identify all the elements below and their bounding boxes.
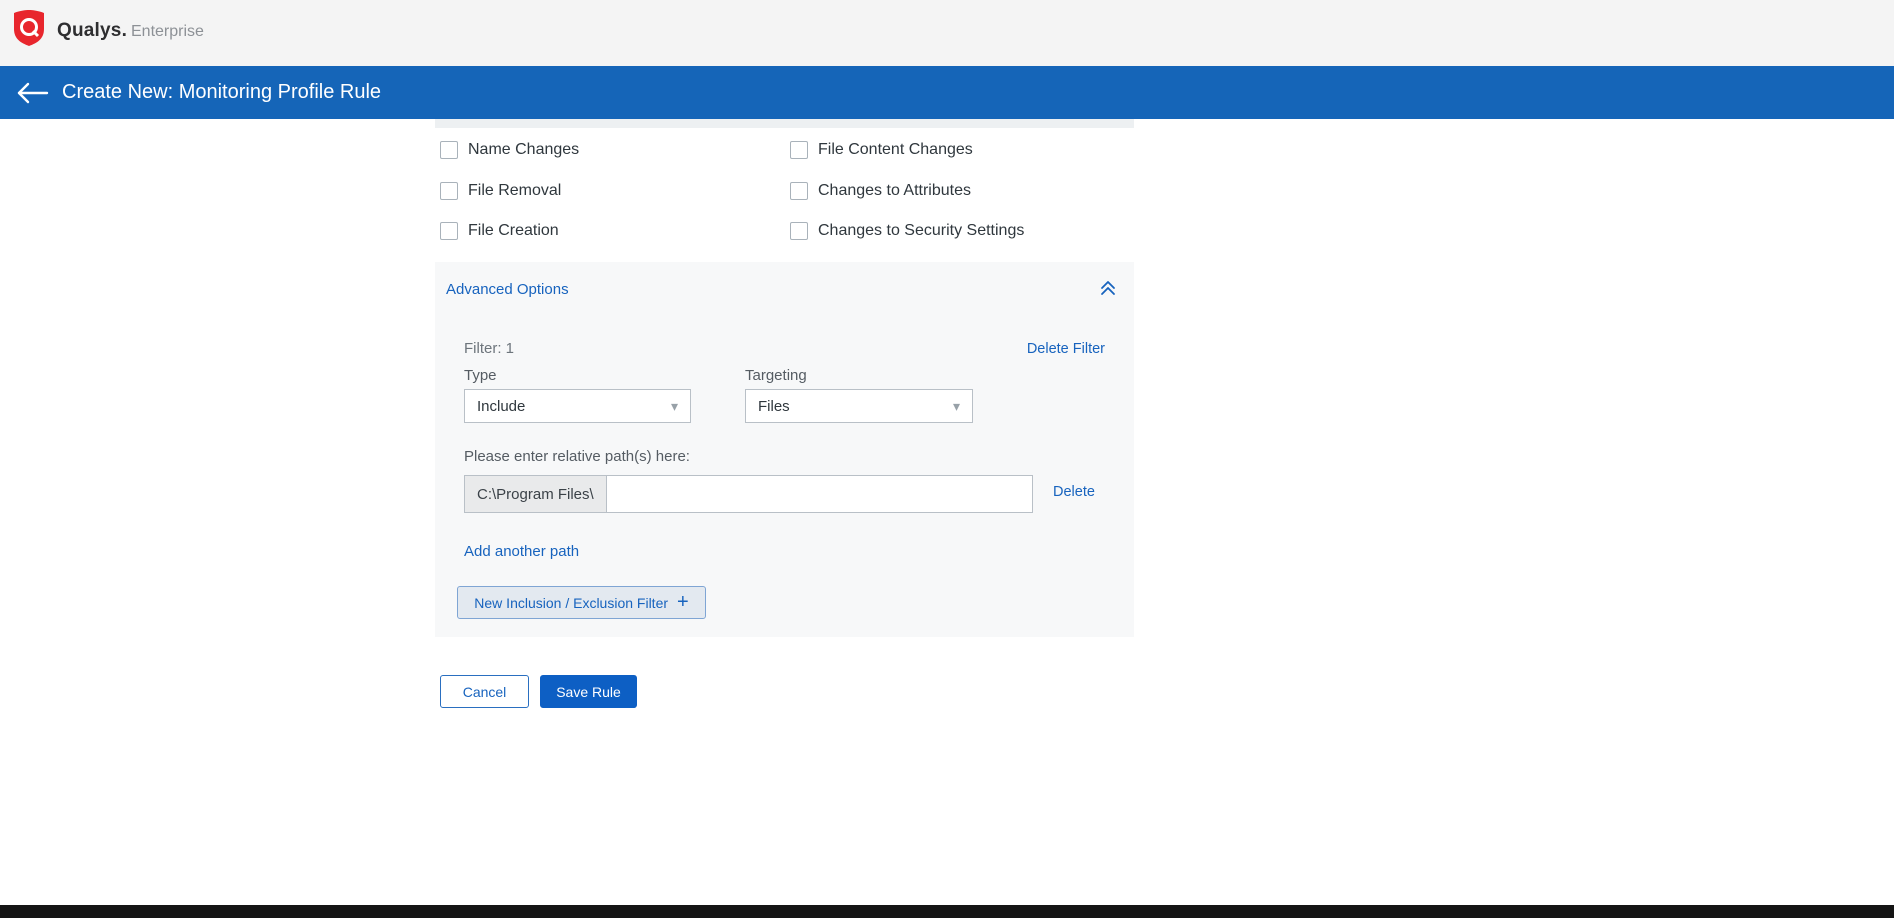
checkbox-row: File Removal — [440, 181, 561, 201]
add-another-path-link[interactable]: Add another path — [464, 543, 579, 560]
save-rule-button[interactable]: Save Rule — [540, 675, 637, 708]
collapse-double-chevron-up-icon[interactable] — [1098, 278, 1118, 298]
checkbox-file-removal[interactable] — [440, 182, 458, 200]
checkbox-label: File Creation — [468, 222, 559, 240]
checkbox-label: Name Changes — [468, 141, 579, 159]
checkbox-changes-to-security-settings[interactable] — [790, 222, 808, 240]
type-field-label: Type — [464, 367, 497, 384]
filter-number-label: Filter: 1 — [464, 340, 514, 357]
back-arrow-icon[interactable] — [14, 81, 50, 105]
checkbox-name-changes[interactable] — [440, 141, 458, 159]
delete-path-link[interactable]: Delete — [1053, 484, 1095, 500]
caret-down-icon: ▾ — [953, 398, 960, 415]
checkbox-label: Changes to Attributes — [818, 182, 971, 200]
checkbox-label: File Content Changes — [818, 141, 973, 159]
path-prompt-label: Please enter relative path(s) here: — [464, 448, 690, 465]
relative-path-input[interactable] — [606, 475, 1033, 513]
clipped-section-header — [435, 119, 1134, 128]
checkbox-row: File Creation — [440, 221, 559, 241]
checkbox-row: Changes to Security Settings — [790, 221, 1024, 241]
new-inclusion-exclusion-filter-button[interactable]: New Inclusion / Exclusion Filter + — [457, 586, 706, 619]
delete-filter-link[interactable]: Delete Filter — [1027, 341, 1105, 357]
page-header: Create New: Monitoring Profile Rule — [0, 66, 1894, 119]
type-dropdown[interactable]: Include ▾ — [464, 389, 691, 423]
advanced-options-panel: Advanced Options Filter: 1 Delete Filter… — [435, 262, 1134, 637]
checkbox-label: Changes to Security Settings — [818, 222, 1024, 240]
path-input-row: C:\Program Files\ — [464, 475, 1033, 513]
checkbox-row: Changes to Attributes — [790, 181, 971, 201]
targeting-field-label: Targeting — [745, 367, 807, 384]
checkbox-file-creation[interactable] — [440, 222, 458, 240]
top-brand-bar: Qualys. Enterprise — [0, 0, 1894, 66]
path-prefix: C:\Program Files\ — [464, 475, 606, 513]
screen: Qualys. Enterprise Create New: Monitorin… — [0, 0, 1894, 918]
checkbox-label: File Removal — [468, 182, 561, 200]
page-title: Create New: Monitoring Profile Rule — [62, 81, 381, 104]
bottom-bar — [0, 905, 1894, 918]
qualys-logo-icon — [10, 9, 48, 49]
type-dropdown-value: Include — [477, 398, 671, 415]
advanced-options-link[interactable]: Advanced Options — [446, 281, 569, 298]
cancel-button[interactable]: Cancel — [440, 675, 529, 708]
checkbox-changes-to-attributes[interactable] — [790, 182, 808, 200]
targeting-dropdown-value: Files — [758, 398, 953, 415]
checkbox-row: Name Changes — [440, 140, 579, 160]
checkbox-file-content-changes[interactable] — [790, 141, 808, 159]
new-filter-button-label: New Inclusion / Exclusion Filter — [474, 595, 668, 611]
targeting-dropdown[interactable]: Files ▾ — [745, 389, 973, 423]
brand-name: Qualys. — [57, 20, 127, 42]
plus-icon: + — [677, 592, 689, 612]
checkbox-row: File Content Changes — [790, 140, 973, 160]
caret-down-icon: ▾ — [671, 398, 678, 415]
product-name: Enterprise — [131, 23, 204, 41]
